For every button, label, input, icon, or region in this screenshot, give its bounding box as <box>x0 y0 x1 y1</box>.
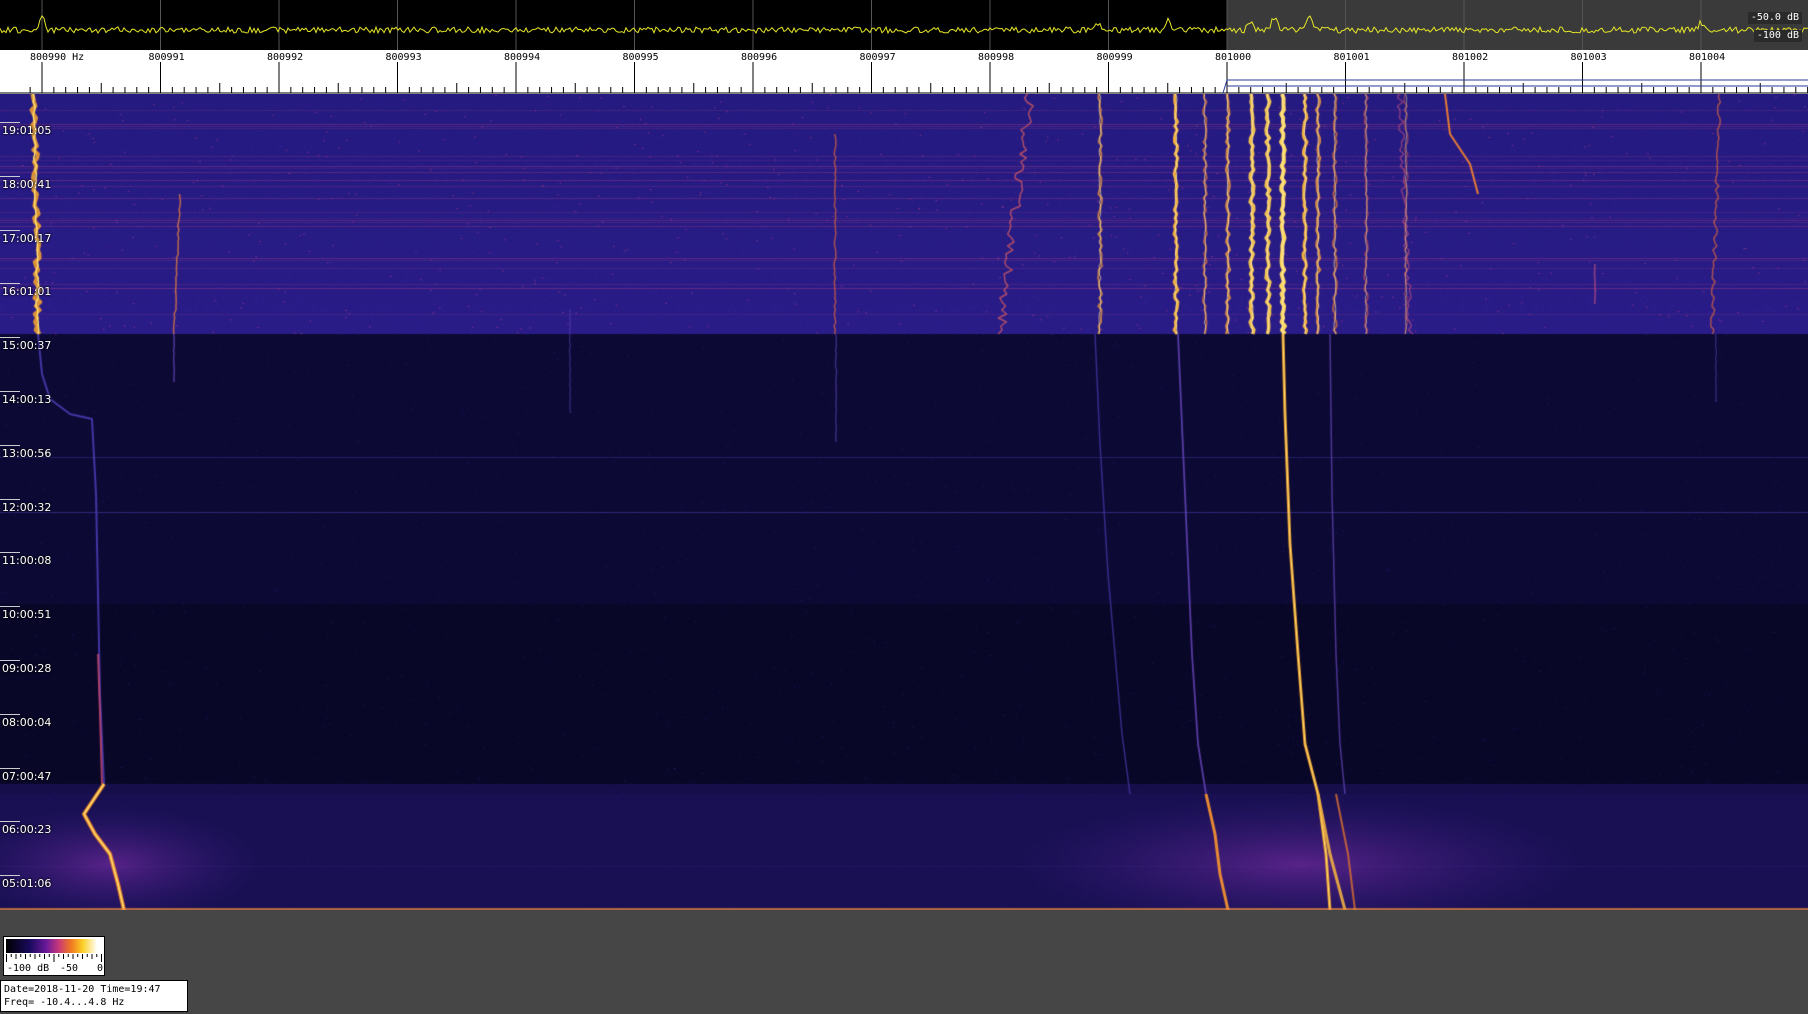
info-frequency-range: Freq= -10.4...4.8 Hz <box>4 997 125 1008</box>
info-date-time: Date=2018-11-20 Time=19:47 <box>4 984 161 995</box>
time-tick-mark <box>0 229 20 231</box>
frequency-tick-label: 801004 <box>1689 52 1725 63</box>
time-tick-mark <box>0 444 20 446</box>
frequency-tick-label: 801000 <box>1215 52 1251 63</box>
spectrum-selection-region <box>1227 0 1808 50</box>
time-tick-mark <box>0 606 20 608</box>
waterfall-canvas <box>0 94 1808 910</box>
time-tick-label: 19:01:05 <box>2 124 52 137</box>
time-tick-mark <box>0 552 20 554</box>
db-scale-top-label: -50.0 dB <box>1747 12 1802 24</box>
time-tick-mark <box>0 175 20 177</box>
spectrogram-app: -50.0 dB -100 dB 800990 Hz 800991 800992 80… <box>0 0 1808 1014</box>
frequency-tick-label: 800991 <box>149 52 185 63</box>
time-tick-label: 12:00:32 <box>2 500 52 514</box>
frequency-tick-label: 800999 <box>1097 52 1133 63</box>
waterfall-plot: 19:01:05 18:00:41 17:00:17 16:01:01 15:00:37… <box>0 94 1808 910</box>
time-tick-mark <box>0 821 20 823</box>
frequency-tick-label: 800990 Hz <box>30 52 84 63</box>
status-area <box>0 910 1808 1014</box>
time-tick-label: 16:01:01 <box>2 285 52 299</box>
frequency-tick-label: 801002 <box>1452 52 1488 63</box>
time-tick-mark <box>0 498 20 500</box>
frequency-tick-label: 800995 <box>623 52 659 63</box>
time-tick-label: 09:00:28 <box>2 662 52 675</box>
color-scale-mid-label: -50 <box>60 963 79 974</box>
frequency-tick-label: 800996 <box>741 52 777 63</box>
time-tick-mark <box>0 337 20 339</box>
time-tick-label: 05:01:06 <box>2 877 52 891</box>
frequency-axis: 800990 Hz 800991 800992 800993 800994 800995 8… <box>0 50 1808 94</box>
time-tick-label: 07:00:47 <box>2 769 52 783</box>
frequency-axis-ticks: 800990 Hz 800991 800992 800993 800994 800995 8… <box>0 52 1808 94</box>
frequency-tick-label: 801001 <box>1334 52 1370 63</box>
time-tick-mark <box>0 660 20 661</box>
time-tick-label: 13:00:56 <box>2 446 52 460</box>
frequency-tick-label: 800993 <box>386 52 422 63</box>
frequency-tick-label: 800998 <box>978 52 1014 63</box>
color-scale-ticks <box>6 954 102 962</box>
color-scale-gradient <box>6 939 102 953</box>
frequency-tick-label: 801003 <box>1571 52 1607 63</box>
frequency-tick-label: 800997 <box>860 52 896 63</box>
time-tick-label: 14:00:13 <box>2 393 52 406</box>
time-tick-label: 10:00:51 <box>2 608 52 622</box>
time-tick-mark <box>0 767 20 769</box>
frequency-tick-label: 800994 <box>504 52 540 63</box>
color-scale-max-label: 0 <box>97 963 104 974</box>
color-scale-min-label: -100 dB <box>7 963 50 974</box>
color-scale-legend: -100 dB -50 0 <box>3 936 105 976</box>
time-tick-label: 08:00:04 <box>2 715 52 729</box>
frequency-tick-label: 800992 <box>267 52 303 63</box>
spectrum-panel: -50.0 dB -100 dB <box>0 0 1808 50</box>
time-tick-label: 06:00:23 <box>2 823 52 837</box>
time-tick-label: 11:00:08 <box>2 554 52 568</box>
db-scale-bottom-label: -100 dB <box>1753 30 1802 42</box>
time-tick-mark <box>0 283 20 285</box>
time-tick-mark <box>0 713 20 715</box>
time-tick-mark <box>0 875 20 877</box>
info-box: Date=2018-11-20 Time=19:47 Freq= -10.4..… <box>0 980 188 1012</box>
spectrum-trace-plot <box>0 0 1808 50</box>
time-tick-mark <box>0 122 20 123</box>
time-tick-mark <box>0 391 20 392</box>
time-tick-label: 15:00:37 <box>2 339 52 353</box>
time-tick-label: 18:00:41 <box>2 177 52 191</box>
time-tick-label: 17:00:17 <box>2 231 52 245</box>
